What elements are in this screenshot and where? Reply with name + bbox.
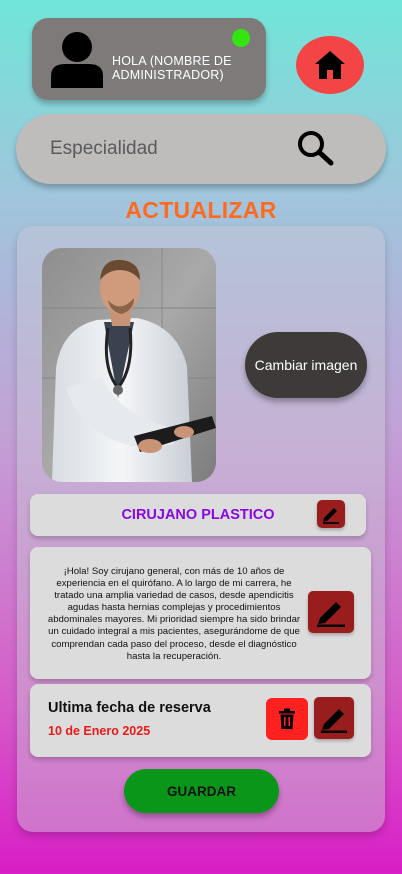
page-title: ACTUALIZAR (125, 197, 277, 223)
edit-specialty-button[interactable] (317, 500, 345, 528)
save-button[interactable]: GUARDAR (124, 769, 279, 813)
pencil-icon (321, 709, 347, 733)
trash-icon (279, 708, 295, 729)
specialty-text: CIRUJANO PLASTICO (121, 507, 275, 523)
admin-greeting: HOLA (NOMBRE DE ADMINISTRADOR) (112, 54, 232, 82)
home-icon (315, 51, 345, 79)
home-button[interactable] (296, 36, 364, 94)
doctor-photo (42, 248, 216, 482)
user-icon (51, 32, 103, 88)
pencil-icon (323, 508, 339, 524)
edit-reservation-button[interactable] (314, 697, 354, 739)
change-image-button[interactable]: Cambiar imagen (245, 332, 367, 398)
delete-reservation-button[interactable] (266, 698, 308, 740)
edit-bio-button[interactable] (308, 591, 354, 633)
doctor-photo-image (42, 248, 216, 482)
bio-text: ¡Hola! Soy cirujano general, con más de … (47, 566, 301, 662)
online-status-dot (232, 29, 250, 47)
reservation-date: 10 de Enero 2025 (48, 724, 151, 738)
pencil-icon (317, 602, 345, 627)
admin-card: HOLA (NOMBRE DE ADMINISTRADOR) (32, 18, 266, 100)
reservation-title: Ultima fecha de reserva (48, 700, 211, 716)
search-input[interactable] (50, 133, 280, 165)
specialty-card: CIRUJANO PLASTICO (30, 494, 366, 536)
search-icon[interactable] (296, 130, 336, 166)
